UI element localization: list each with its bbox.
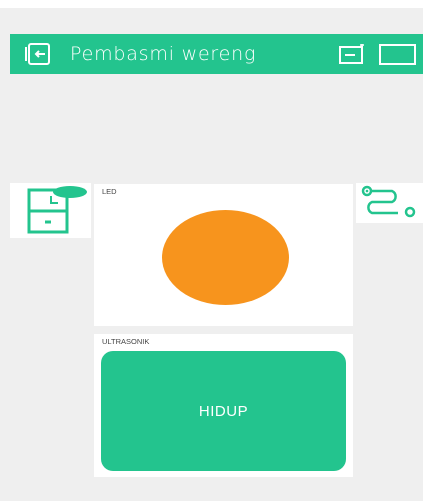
back-exit-icon[interactable] [23,41,53,67]
route-flow-icon [361,185,416,218]
status-bar-strip [0,0,423,8]
side-tab-right[interactable] [356,183,423,223]
side-tab-left[interactable] [10,183,91,238]
app-title: Pembasmi wereng [70,43,257,65]
header-actions [337,41,417,67]
battery-icon[interactable] [337,41,367,67]
rectangle-icon[interactable] [379,41,417,67]
app-header: Pembasmi wereng [10,34,423,74]
panel-cabinet-icon [27,186,87,234]
hidup-button[interactable]: HIDUP [101,351,346,471]
ultrasonik-widget: ULTRASONIK HIDUP [94,334,353,477]
led-label: LED [102,187,117,196]
led-indicator [162,210,289,305]
ultrasonik-label: ULTRASONIK [102,337,150,346]
led-widget[interactable]: LED [94,184,353,326]
